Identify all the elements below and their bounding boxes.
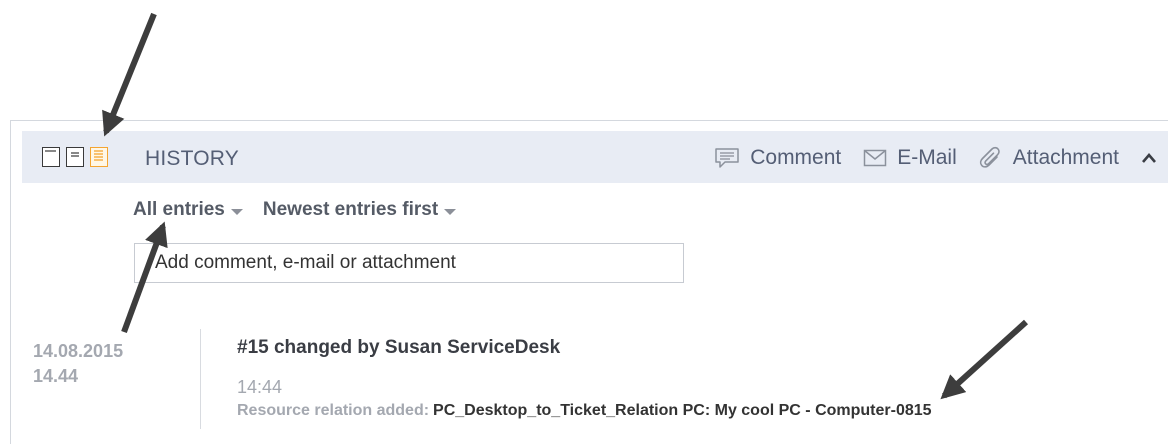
collapse-button[interactable] bbox=[1141, 152, 1157, 164]
entry-date-time: 14.44 bbox=[33, 366, 79, 386]
email-label: E-Mail bbox=[897, 146, 957, 169]
single-column-layout-icon[interactable] bbox=[42, 147, 60, 167]
paperclip-icon bbox=[979, 145, 1003, 171]
history-layout-icon[interactable] bbox=[90, 147, 108, 167]
entry-detail: Resource relation added: PC_Desktop_to_Ti… bbox=[237, 402, 932, 420]
entries-filter-label: All entries bbox=[133, 199, 225, 220]
attachment-label: Attachment bbox=[1012, 146, 1119, 169]
history-filters: All entries Newest entries first bbox=[133, 199, 457, 221]
email-button[interactable]: E-Mail bbox=[863, 146, 957, 170]
entries-filter-dropdown[interactable]: All entries bbox=[133, 199, 243, 221]
entry-date-value: 14.08.2015 bbox=[33, 341, 124, 361]
comment-label: Comment bbox=[750, 146, 842, 169]
header-actions: Comment E-Mail Attachment bbox=[714, 143, 1157, 173]
stage: HISTORY Comment E-Mail Attachment All en… bbox=[0, 0, 1168, 444]
entry-detail-label: Resource relation added: bbox=[237, 402, 430, 419]
arrow-to-layout-icon bbox=[102, 12, 157, 137]
attachment-button[interactable]: Attachment bbox=[979, 145, 1119, 171]
timeline-divider bbox=[200, 329, 201, 429]
two-column-layout-icon[interactable] bbox=[66, 147, 84, 167]
layout-switcher bbox=[42, 147, 108, 171]
history-title: HISTORY bbox=[145, 147, 239, 170]
entry-time: 14:44 bbox=[237, 377, 283, 397]
history-panel: HISTORY Comment E-Mail Attachment All en… bbox=[10, 120, 1168, 444]
history-header: HISTORY Comment E-Mail Attachment bbox=[22, 131, 1168, 183]
sort-order-dropdown[interactable]: Newest entries first bbox=[262, 199, 457, 221]
entry-title: #15 changed by Susan ServiceDesk bbox=[237, 337, 561, 358]
comment-input[interactable] bbox=[134, 243, 684, 283]
history-entry: #15 changed by Susan ServiceDesk 14:44 R… bbox=[237, 337, 932, 420]
envelope-icon bbox=[863, 149, 887, 167]
comment-button[interactable]: Comment bbox=[714, 146, 841, 170]
chevron-down-icon bbox=[444, 209, 457, 215]
entry-detail-value: PC_Desktop_to_Ticket_Relation PC: My coo… bbox=[433, 402, 932, 419]
chevron-down-icon bbox=[230, 209, 243, 215]
sort-order-label: Newest entries first bbox=[262, 199, 439, 220]
chevron-up-icon bbox=[1141, 152, 1157, 164]
entry-date: 14.08.2015 14.44 bbox=[33, 339, 123, 389]
comment-icon bbox=[714, 147, 740, 169]
